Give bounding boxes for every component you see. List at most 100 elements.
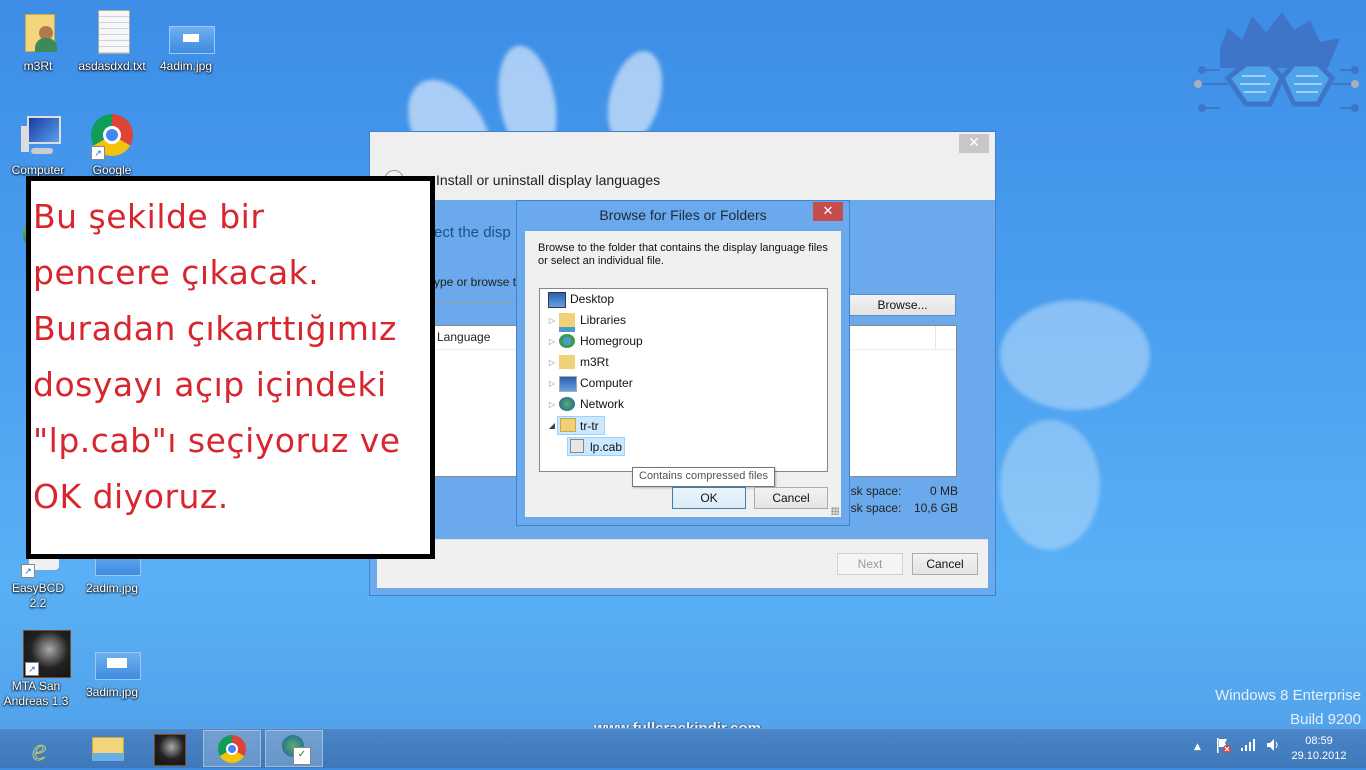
windows-edition: Windows 8 Enterprise — [1215, 687, 1361, 704]
desktop-icon-label: 3adim.jpg — [85, 685, 139, 699]
tree-item-label: Homegroup — [580, 334, 643, 348]
desktop-icon-label: 4adim.jpg — [159, 59, 213, 73]
site-logo — [1194, 12, 1359, 112]
tree-item-libraries[interactable]: ▷ Libraries — [548, 311, 626, 332]
dialog-title: Browse for Files or Folders — [599, 207, 767, 223]
mta-icon: ↗ — [13, 630, 71, 678]
dialog-cancel-button[interactable]: Cancel — [754, 487, 828, 509]
network-icon — [559, 397, 575, 411]
resize-grip[interactable] — [831, 507, 839, 515]
clock-time: 08:59 — [1305, 735, 1333, 747]
taskbar-file-explorer[interactable] — [79, 730, 137, 767]
desktop-icon-mta[interactable]: ↗ MTA San Andreas 1.3 — [1, 630, 71, 709]
clock-date: 29.10.2012 — [1291, 750, 1347, 762]
tooltip: Contains compressed files — [632, 467, 776, 487]
wallpaper-petal — [1000, 420, 1100, 550]
column-header-label: Language — [437, 330, 491, 344]
action-center-flag-icon[interactable] — [1215, 737, 1233, 758]
window-title: Install or uninstall display languages — [436, 172, 661, 188]
show-hidden-icons-button[interactable]: ▲ — [1194, 742, 1201, 752]
taskbar: e ✓ ▲ 08:59 29.10.2012 — [0, 728, 1366, 768]
annotation-text: Bu şekilde bir pencere çıkacak. Buradan … — [33, 197, 401, 516]
taskbar-internet-explorer[interactable]: e — [16, 730, 74, 768]
internet-explorer-icon: e — [32, 731, 47, 768]
tree-item-label: Computer — [580, 376, 633, 390]
desktop-icon-google-chrome[interactable]: ↗ Google — [77, 114, 147, 178]
collapse-arrow-icon[interactable]: ◢ — [548, 416, 556, 435]
tree-item-label: lp.cab — [590, 440, 623, 454]
desktop-icon-label: Computer — [11, 163, 65, 177]
desktop-icon-label: m3Rt — [23, 59, 53, 73]
dialog-body: Browse to the folder that contains the d… — [525, 231, 841, 517]
image-file-icon — [89, 636, 141, 682]
tutorial-annotation: Bu şekilde bir pencere çıkacak. Buradan … — [26, 176, 435, 559]
cancel-button[interactable]: Cancel — [912, 553, 978, 575]
tree-item-tr-tr[interactable]: tr-tr — [557, 416, 605, 435]
tree-item-label: m3Rt — [580, 355, 609, 369]
svg-text:e: e — [32, 731, 46, 767]
expand-arrow-icon[interactable]: ▷ — [548, 353, 556, 372]
taskbar-chrome[interactable] — [203, 730, 261, 767]
desktop-icon — [548, 292, 566, 308]
homegroup-icon — [559, 334, 575, 348]
tree-item-label: Network — [580, 397, 625, 411]
browse-dialog: Browse for Files or Folders ✕ Browse to … — [516, 200, 850, 526]
user-folder-icon — [559, 355, 575, 369]
system-clock[interactable]: 08:59 29.10.2012 — [1286, 734, 1352, 764]
page-heading: ect the disp — [434, 224, 511, 241]
desktop-icon-m3rt[interactable]: m3Rt — [3, 10, 73, 74]
file-explorer-icon — [92, 737, 124, 761]
folder-icon — [560, 418, 576, 432]
cab-file-icon — [570, 439, 584, 453]
libraries-icon — [559, 313, 575, 332]
computer-icon — [15, 114, 61, 160]
chrome-icon: ↗ — [89, 114, 135, 160]
tree-item-network[interactable]: ▷ Network — [548, 395, 624, 414]
browse-button[interactable]: Browse... — [849, 294, 956, 316]
next-button[interactable]: Next — [837, 553, 903, 575]
taskbar-language-control-panel[interactable]: ✓ — [265, 730, 323, 767]
expand-arrow-icon[interactable]: ▷ — [548, 374, 556, 393]
tree-item-homegroup[interactable]: ▷ Homegroup — [548, 332, 643, 351]
disk-available-value: 10,6 GB — [913, 501, 958, 515]
ok-button[interactable]: OK — [672, 487, 746, 509]
dialog-description: Browse to the folder that contains the d… — [538, 242, 828, 267]
desktop-icon-asdasdxd[interactable]: asdasdxd.txt — [77, 10, 147, 74]
shortcut-arrow-icon: ↗ — [25, 662, 39, 676]
windows-version: Windows 8 Enterprise Build 9200 — [1215, 684, 1361, 732]
desktop-icon-label: asdasdxd.txt — [78, 59, 146, 73]
expand-arrow-icon[interactable]: ▷ — [548, 395, 556, 414]
instruction-text: ype or browse t — [434, 275, 517, 289]
desktop-icon-4adim[interactable]: 4adim.jpg — [151, 10, 221, 74]
window-close-button[interactable]: ✕ — [959, 134, 989, 153]
tree-item-computer[interactable]: ▷ Computer — [548, 374, 633, 393]
mta-icon — [154, 734, 186, 766]
volume-icon[interactable] — [1265, 737, 1281, 756]
disk-required-value: 0 MB — [929, 484, 958, 498]
checklist-icon: ✓ — [293, 747, 311, 765]
expand-arrow-icon[interactable]: ▷ — [548, 332, 556, 351]
desktop-icon-computer[interactable]: Computer — [3, 114, 73, 178]
folder-tree[interactable]: Desktop ▷ Libraries ▷ Homegroup ▷ m3Rt ▷… — [539, 288, 828, 472]
desktop-icon-3adim[interactable]: 3adim.jpg — [77, 636, 147, 700]
tree-item-label: Desktop — [570, 292, 615, 306]
desktop-icon-label: EasyBCD 2.2 — [11, 581, 64, 610]
image-file-icon — [163, 10, 215, 56]
network-signal-icon[interactable] — [1240, 737, 1256, 756]
text-file-icon — [89, 10, 135, 56]
desktop-icon-label: MTA San Andreas 1.3 — [3, 679, 69, 708]
wallpaper-petal — [1000, 300, 1150, 410]
shortcut-arrow-icon: ↗ — [21, 564, 35, 578]
tree-item-desktop[interactable]: Desktop — [548, 290, 614, 309]
dialog-close-button[interactable]: ✕ — [813, 202, 843, 221]
column-separator — [935, 326, 936, 349]
window-header: ✕ Install or uninstall display languages — [370, 132, 995, 200]
desktop-icon-label: Google — [92, 163, 132, 177]
shortcut-arrow-icon: ↗ — [91, 146, 105, 160]
tree-item-label: tr-tr — [580, 419, 599, 433]
expand-arrow-icon[interactable]: ▷ — [548, 311, 556, 330]
tree-item-lp-cab[interactable]: lp.cab — [567, 437, 625, 456]
chrome-center-icon — [226, 743, 238, 755]
tree-item-m3rt[interactable]: ▷ m3Rt — [548, 353, 609, 372]
taskbar-mta[interactable] — [141, 730, 199, 767]
